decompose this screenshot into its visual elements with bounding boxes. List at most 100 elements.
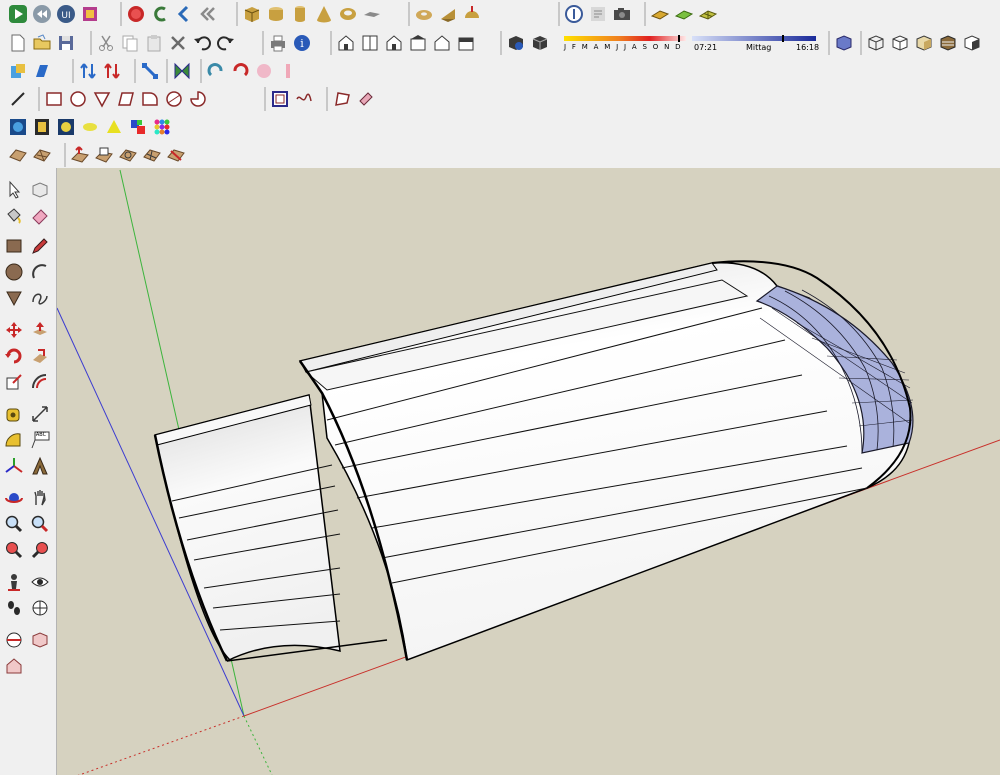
undo-icon[interactable] <box>191 32 213 54</box>
fold-icon[interactable] <box>171 60 193 82</box>
save-icon[interactable] <box>55 32 77 54</box>
make-component-icon[interactable] <box>28 178 52 202</box>
arc-rect-icon[interactable] <box>139 88 161 110</box>
swap-icon[interactable] <box>101 60 123 82</box>
drape-icon[interactable] <box>117 144 139 166</box>
circle-icon[interactable] <box>67 88 89 110</box>
text-icon[interactable]: ABC <box>28 428 52 452</box>
hidden-line-icon[interactable] <box>889 32 911 54</box>
triangle-icon[interactable] <box>91 88 113 110</box>
push-pull-icon[interactable] <box>28 318 52 342</box>
flip-icon[interactable] <box>77 60 99 82</box>
left-view-icon[interactable] <box>455 32 477 54</box>
bend-icon[interactable] <box>277 60 299 82</box>
position-camera-icon[interactable] <box>2 570 26 594</box>
xray-style-icon[interactable] <box>833 32 855 54</box>
follow-me-tool-icon[interactable] <box>28 344 52 368</box>
open-icon[interactable] <box>31 32 53 54</box>
dome-icon[interactable] <box>461 3 483 25</box>
3d-text-icon[interactable] <box>28 454 52 478</box>
pencil-icon[interactable] <box>28 234 52 258</box>
push-icon[interactable] <box>31 60 53 82</box>
dimension-icon[interactable] <box>28 402 52 426</box>
xray-icon[interactable] <box>563 3 585 25</box>
look-around-icon[interactable] <box>28 570 52 594</box>
monochrome-icon[interactable] <box>961 32 983 54</box>
wireframe-icon[interactable] <box>865 32 887 54</box>
rotate-tool-icon[interactable] <box>2 344 26 368</box>
slab-icon[interactable] <box>361 3 383 25</box>
grid-icon[interactable] <box>697 3 719 25</box>
tube-icon[interactable] <box>337 3 359 25</box>
terrain-icon[interactable] <box>649 3 671 25</box>
protractor-icon[interactable] <box>2 428 26 452</box>
walk-icon[interactable] <box>2 596 26 620</box>
new-icon[interactable] <box>7 32 29 54</box>
eraser-icon[interactable] <box>28 204 52 228</box>
first-frame-icon[interactable] <box>173 3 195 25</box>
shadow-info-icon[interactable] <box>505 32 527 54</box>
pan-icon[interactable] <box>28 486 52 510</box>
section-fill-icon[interactable] <box>2 628 26 652</box>
cylinder-icon[interactable] <box>265 3 287 25</box>
rotate-icon[interactable] <box>205 60 227 82</box>
axes-icon[interactable] <box>2 454 26 478</box>
wedge-icon[interactable] <box>437 3 459 25</box>
month-scale[interactable]: J F M A M J J A S O N D <box>564 43 682 51</box>
mirror-icon[interactable] <box>253 60 275 82</box>
polygon-tool-icon[interactable] <box>2 286 26 310</box>
pie-icon[interactable] <box>187 88 209 110</box>
front-view-icon[interactable] <box>383 32 405 54</box>
iso-view-icon[interactable] <box>335 32 357 54</box>
move-icon[interactable] <box>2 318 26 342</box>
filmstrip-icon[interactable] <box>31 116 53 138</box>
previous-view-icon[interactable] <box>2 538 26 562</box>
line-icon[interactable] <box>7 88 29 110</box>
smoove-icon[interactable] <box>69 144 91 166</box>
tape-measure-icon[interactable] <box>2 402 26 426</box>
sphere-icon[interactable] <box>55 116 77 138</box>
shaded-texture-icon[interactable] <box>937 32 959 54</box>
shaded-icon[interactable] <box>913 32 935 54</box>
display-section-icon[interactable] <box>28 628 52 652</box>
zoom-icon[interactable] <box>2 512 26 536</box>
cone-icon[interactable] <box>313 3 335 25</box>
ui-icon[interactable]: UI <box>55 3 77 25</box>
rotate-back-icon[interactable] <box>229 60 251 82</box>
orbit-icon[interactable] <box>2 486 26 510</box>
erase-icon[interactable] <box>167 32 189 54</box>
box-icon[interactable] <box>241 3 263 25</box>
right-view-icon[interactable] <box>407 32 429 54</box>
follow-me-icon[interactable] <box>149 3 171 25</box>
top-view-icon[interactable] <box>359 32 381 54</box>
model-info-icon[interactable]: i <box>291 32 313 54</box>
model-viewport[interactable] <box>57 168 1000 775</box>
sun-icon[interactable] <box>79 116 101 138</box>
redo-icon[interactable] <box>215 32 237 54</box>
back-view-icon[interactable] <box>431 32 453 54</box>
sandbox-contours-icon[interactable] <box>7 144 29 166</box>
eraser-tool-icon[interactable] <box>355 88 377 110</box>
film-icon[interactable] <box>7 116 29 138</box>
select-icon[interactable] <box>2 178 26 202</box>
freehand-tool-icon[interactable] <box>28 286 52 310</box>
stamp-icon[interactable] <box>93 144 115 166</box>
zoom-window-icon[interactable] <box>28 512 52 536</box>
back-icon[interactable] <box>197 3 219 25</box>
color-swatch-icon[interactable] <box>127 116 149 138</box>
rewind-icon[interactable] <box>31 3 53 25</box>
next-view-icon[interactable] <box>28 538 52 562</box>
section-plane-icon[interactable] <box>28 596 52 620</box>
dots-icon[interactable] <box>151 116 173 138</box>
freehand-icon[interactable] <box>293 88 315 110</box>
camera-icon[interactable] <box>611 3 633 25</box>
parallelogram-icon[interactable] <box>115 88 137 110</box>
scale-tool-icon[interactable] <box>2 370 26 394</box>
polygon-icon[interactable] <box>331 88 353 110</box>
info-icon[interactable] <box>587 3 609 25</box>
cut-icon[interactable] <box>95 32 117 54</box>
offset-icon[interactable] <box>269 88 291 110</box>
paint-bucket-icon[interactable] <box>2 204 26 228</box>
terrain-green-icon[interactable] <box>673 3 695 25</box>
circle-section-icon[interactable] <box>163 88 185 110</box>
